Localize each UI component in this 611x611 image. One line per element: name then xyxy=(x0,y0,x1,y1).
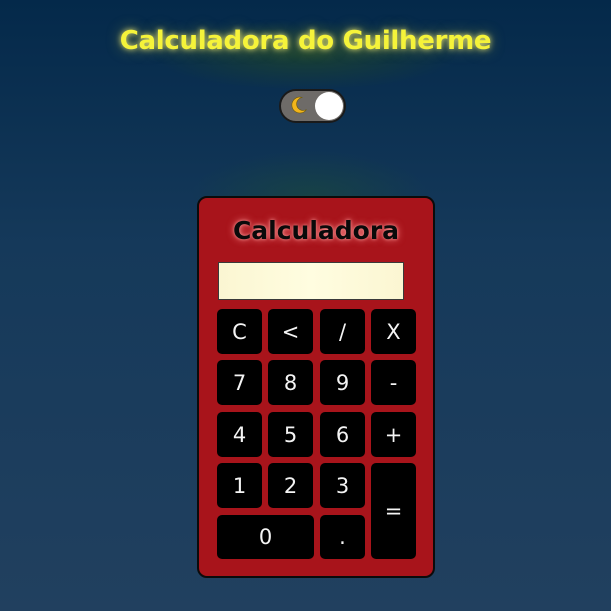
minus-button[interactable]: - xyxy=(371,360,416,405)
calculator-display[interactable] xyxy=(218,262,404,300)
calculator-title: Calculadora xyxy=(232,216,400,245)
digit-6-button[interactable]: 6 xyxy=(320,412,365,457)
digit-3-button[interactable]: 3 xyxy=(320,463,365,508)
backspace-button[interactable]: < xyxy=(268,309,313,354)
toggle-knob xyxy=(315,92,343,120)
digit-0-button[interactable]: 0 xyxy=(217,515,314,559)
page-title: Calculadora do Guilherme xyxy=(119,26,492,56)
digit-8-button[interactable]: 8 xyxy=(268,360,313,405)
calculator: Calculadora C < / X 7 8 9 - 4 5 6 + 1 2 … xyxy=(197,196,435,578)
digit-7-button[interactable]: 7 xyxy=(217,360,262,405)
plus-button[interactable]: + xyxy=(371,412,416,457)
digit-2-button[interactable]: 2 xyxy=(268,463,313,508)
digit-1-button[interactable]: 1 xyxy=(217,463,262,508)
digit-4-button[interactable]: 4 xyxy=(217,412,262,457)
clear-button[interactable]: C xyxy=(217,309,262,354)
divide-button[interactable]: / xyxy=(320,309,365,354)
decimal-button[interactable]: . xyxy=(320,515,365,559)
digit-9-button[interactable]: 9 xyxy=(320,360,365,405)
theme-toggle[interactable] xyxy=(279,89,346,123)
digit-5-button[interactable]: 5 xyxy=(268,412,313,457)
multiply-button[interactable]: X xyxy=(371,309,416,354)
equals-button[interactable]: = xyxy=(371,463,416,559)
moon-icon xyxy=(291,96,307,114)
